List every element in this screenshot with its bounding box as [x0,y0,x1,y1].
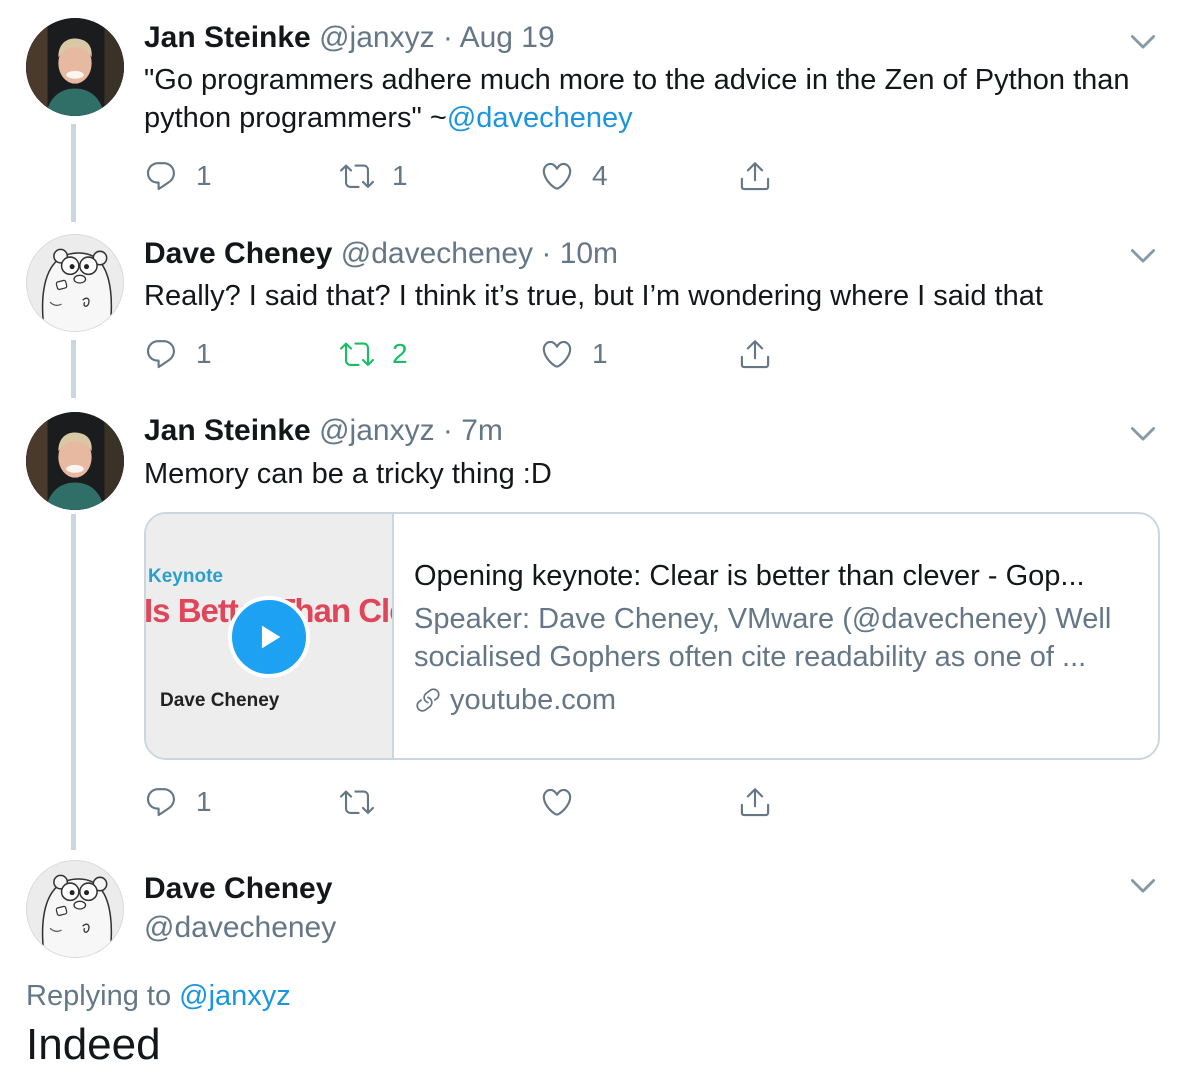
play-button[interactable] [228,596,310,678]
author-meta[interactable]: @janxyz · 7m [319,414,503,447]
reply-button[interactable]: 1 [144,156,212,196]
replying-to: Replying to @janxyz [26,980,291,1013]
card-domain[interactable]: youtube.com [414,680,1138,720]
tweet-header: Jan Steinke @janxyz · 7m [144,413,503,449]
reply-icon [144,785,178,819]
thumbnail-keynote-label: Keynote [148,566,223,587]
tweet-header: Dave Cheney @davecheney · 10m [144,236,618,272]
card-description: Speaker: Dave Cheney, VMware (@davechene… [414,603,1112,673]
card-body[interactable]: Opening keynote: Clear is better than cl… [414,556,1138,720]
chevron-down-icon[interactable] [1126,238,1160,272]
retweet-icon [340,337,374,371]
avatar[interactable] [26,234,124,332]
author-name-text: Dave Cheney [144,872,333,905]
tweet-text: Really? I said that? I think it’s true, … [144,280,1043,312]
thumbnail-author: Dave Cheney [160,690,280,711]
reply-count: 1 [196,338,212,369]
avatar[interactable] [26,860,124,958]
video-thumbnail[interactable]: Keynote Is Better Than Clear Dave Cheney [146,514,394,758]
tweet-actions: 1 [144,782,784,822]
share-icon [738,337,772,371]
chevron-down-icon[interactable] [1126,416,1160,450]
like-count: 1 [592,338,608,369]
avatar[interactable] [26,412,124,510]
reply-text: Indeed [26,1020,161,1069]
replying-to-prefix: Replying to [26,980,180,1012]
mention-link[interactable]: @davecheney [447,102,633,134]
share-icon [738,159,772,193]
tweet-actions: 1 1 4 [144,156,784,196]
retweet-icon [340,159,374,193]
retweet-count: 2 [392,338,408,369]
reply-button[interactable]: 1 [144,782,212,822]
like-button[interactable] [540,782,592,822]
like-button[interactable]: 4 [540,156,608,196]
author-meta[interactable]: @davecheney · 10m [341,237,618,270]
author-name[interactable]: Dave Cheney [144,871,332,907]
author-name[interactable]: Jan Steinke [144,21,311,54]
card-title: Opening keynote: Clear is better than cl… [414,560,1085,592]
author-handle-text: @davecheney [144,911,337,944]
tweet-actions: 1 2 1 [144,334,784,374]
share-button[interactable] [738,156,790,196]
share-button[interactable] [738,334,790,374]
retweet-button[interactable] [340,782,392,822]
heart-icon [540,785,574,819]
reply-count: 1 [196,160,212,191]
retweet-button[interactable]: 2 [340,334,408,374]
replying-to-mention[interactable]: @janxyz [179,980,291,1012]
heart-icon [540,337,574,371]
reply-count: 1 [196,786,212,817]
author-meta[interactable]: @janxyz · Aug 19 [319,21,555,54]
play-icon [261,625,281,649]
author-name[interactable]: Dave Cheney [144,237,332,270]
tweet-text: Memory can be a tricky thing :D [144,458,552,490]
retweet-count: 1 [392,160,408,191]
like-button[interactable]: 1 [540,334,608,374]
author-handle[interactable]: @davecheney [144,910,336,946]
author-name[interactable]: Jan Steinke [144,414,311,447]
like-count: 4 [592,160,608,191]
heart-icon [540,159,574,193]
retweet-icon [340,785,374,819]
tweet-text: "Go programmers adhere much more to the … [144,61,1140,137]
card-domain-text: youtube.com [450,684,617,716]
thread-line [71,514,76,850]
chevron-down-icon[interactable] [1126,24,1160,58]
reply-icon [144,159,178,193]
share-button[interactable] [738,782,790,822]
reply-button[interactable]: 1 [144,334,212,374]
retweet-button[interactable]: 1 [340,156,408,196]
reply-icon [144,337,178,371]
chevron-down-icon[interactable] [1126,868,1160,902]
thread-line [71,340,76,398]
tweet-text-body: "Go programmers adhere much more to the … [144,64,1130,134]
avatar[interactable] [26,18,124,116]
thread-line [71,124,76,222]
tweet-header: Jan Steinke @janxyz · Aug 19 [144,20,555,56]
link-card[interactable]: Keynote Is Better Than Clear Dave Cheney… [144,512,1160,760]
share-icon [738,785,772,819]
link-icon [414,686,442,714]
